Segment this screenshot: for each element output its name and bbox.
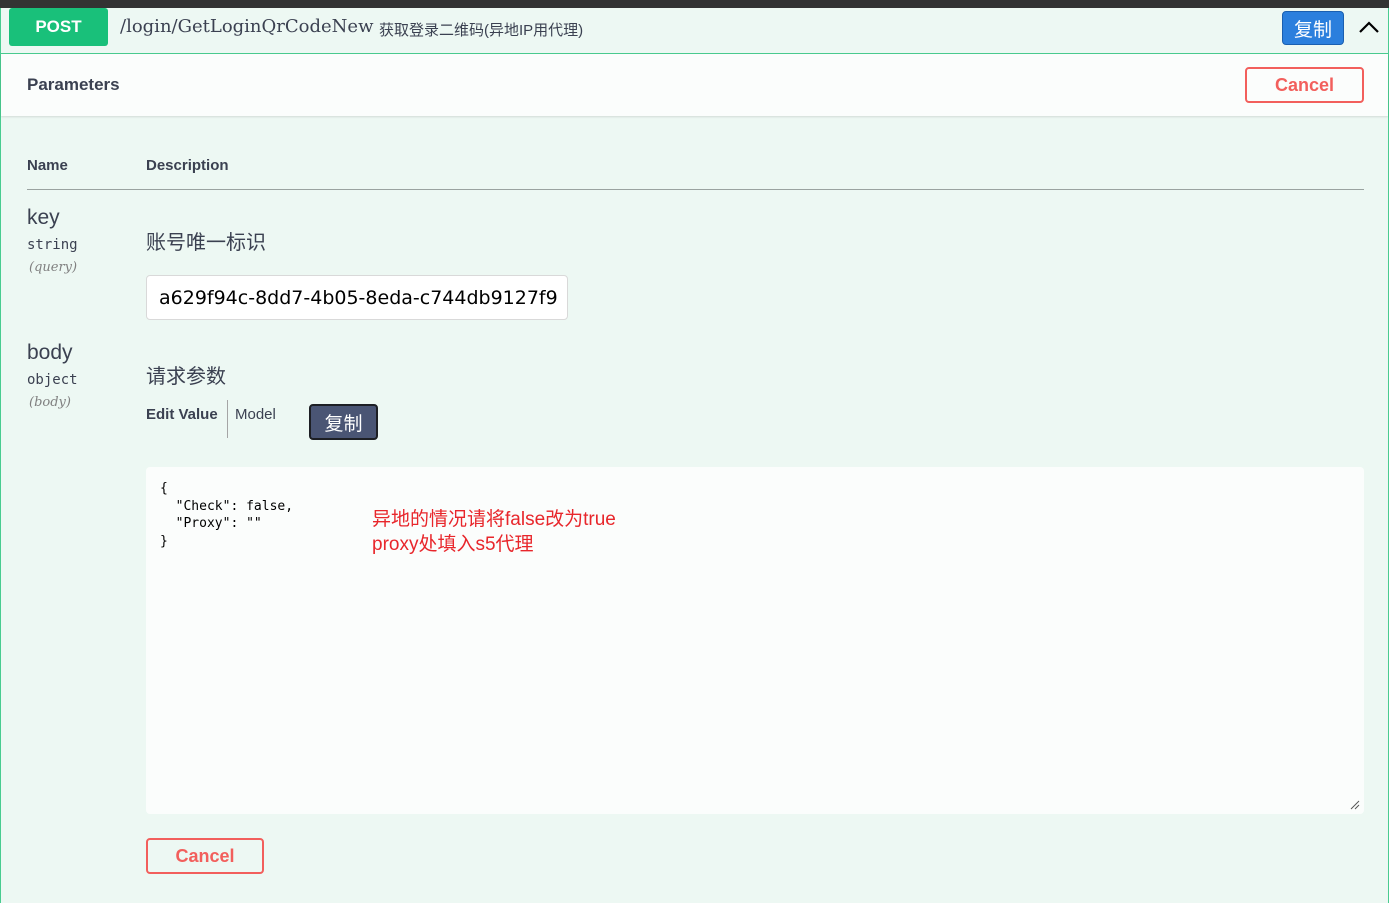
operation-summary[interactable]: POST /login/GetLoginQrCodeNew 获取登录二维码(异地… bbox=[1, 8, 1388, 54]
param-description-key: 账号唯一标识 bbox=[146, 232, 266, 254]
copy-body-button[interactable]: 复制 bbox=[309, 404, 378, 440]
parameters-header: Parameters Cancel bbox=[1, 54, 1388, 116]
param-name-body: body bbox=[27, 341, 73, 364]
tab-edit-value[interactable]: Edit Value bbox=[146, 406, 218, 423]
tab-model[interactable]: Model bbox=[235, 406, 276, 423]
param-location-body: (body) bbox=[29, 395, 71, 410]
resize-grip-icon[interactable] bbox=[1350, 800, 1360, 810]
cancel-try-out-button[interactable]: Cancel bbox=[1245, 67, 1364, 103]
param-type-key: string bbox=[27, 237, 78, 253]
endpoint-path: /login/GetLoginQrCodeNew bbox=[120, 16, 374, 37]
cancel-execute-button[interactable]: Cancel bbox=[146, 838, 264, 874]
column-header-name: Name bbox=[27, 157, 68, 174]
param-location-key: (query) bbox=[29, 260, 78, 275]
proxy-note-annotation: 异地的情况请将false改为true proxy处填入s5代理 bbox=[372, 509, 616, 555]
copy-endpoint-button[interactable]: 复制 bbox=[1282, 11, 1344, 45]
body-textarea[interactable]: { "Check": false, "Proxy": "" } 异地的情况请将f… bbox=[146, 467, 1364, 814]
param-description-body: 请求参数 bbox=[146, 366, 226, 388]
operation-block-post: POST /login/GetLoginQrCodeNew 获取登录二维码(异地… bbox=[0, 8, 1389, 903]
key-input[interactable]: a629f94c-8dd7-4b05-8eda-c744db9127f9 bbox=[146, 275, 568, 320]
param-type-body: object bbox=[27, 372, 78, 388]
param-name-key: key bbox=[27, 206, 60, 229]
body-json-value[interactable]: { "Check": false, "Proxy": "" } bbox=[160, 480, 293, 550]
parameters-title: Parameters bbox=[27, 75, 120, 94]
column-header-description: Description bbox=[146, 157, 229, 174]
chevron-up-icon[interactable] bbox=[1356, 16, 1382, 38]
tab-divider bbox=[227, 400, 228, 438]
header-divider bbox=[27, 189, 1364, 190]
method-badge: POST bbox=[9, 8, 108, 46]
endpoint-description: 获取登录二维码(异地IP用代理) bbox=[379, 22, 584, 39]
